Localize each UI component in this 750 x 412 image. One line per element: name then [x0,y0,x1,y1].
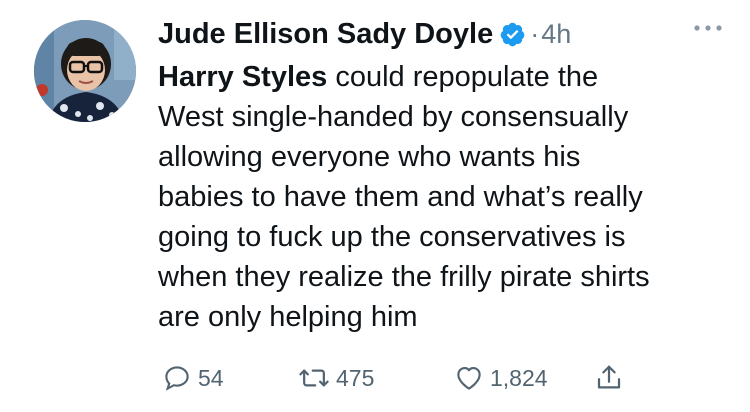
reply-count: 54 [198,364,224,391]
tweet-actions: 54 475 1,824 [158,356,638,400]
avatar[interactable] [34,20,136,122]
tweet-text: Harry Styles could repopulate the West s… [158,57,733,337]
author-display-name[interactable]: Jude Ellison Sady Doyle [158,18,493,51]
tweet-body: could repopulate the West single-handed … [158,61,650,333]
heart-icon [454,363,484,393]
header-separator: · [530,18,540,49]
avatar-photo [34,20,136,122]
tweet-timestamp[interactable]: 4h [541,19,571,50]
more-options-icon[interactable] [690,16,726,40]
share-button[interactable] [594,356,624,400]
mention-link[interactable]: Harry Styles [158,61,327,93]
share-icon [594,363,624,393]
reply-icon [162,363,192,393]
tweet-header: Jude Ellison Sady Doyle · 4h [158,10,571,58]
like-button[interactable]: 1,824 [454,356,548,400]
reply-button[interactable]: 54 [162,356,224,400]
retweet-button[interactable]: 475 [298,356,374,400]
retweet-count: 475 [336,364,375,391]
retweet-icon [298,363,330,393]
verified-badge-icon [499,21,526,48]
like-count: 1,824 [490,364,548,391]
